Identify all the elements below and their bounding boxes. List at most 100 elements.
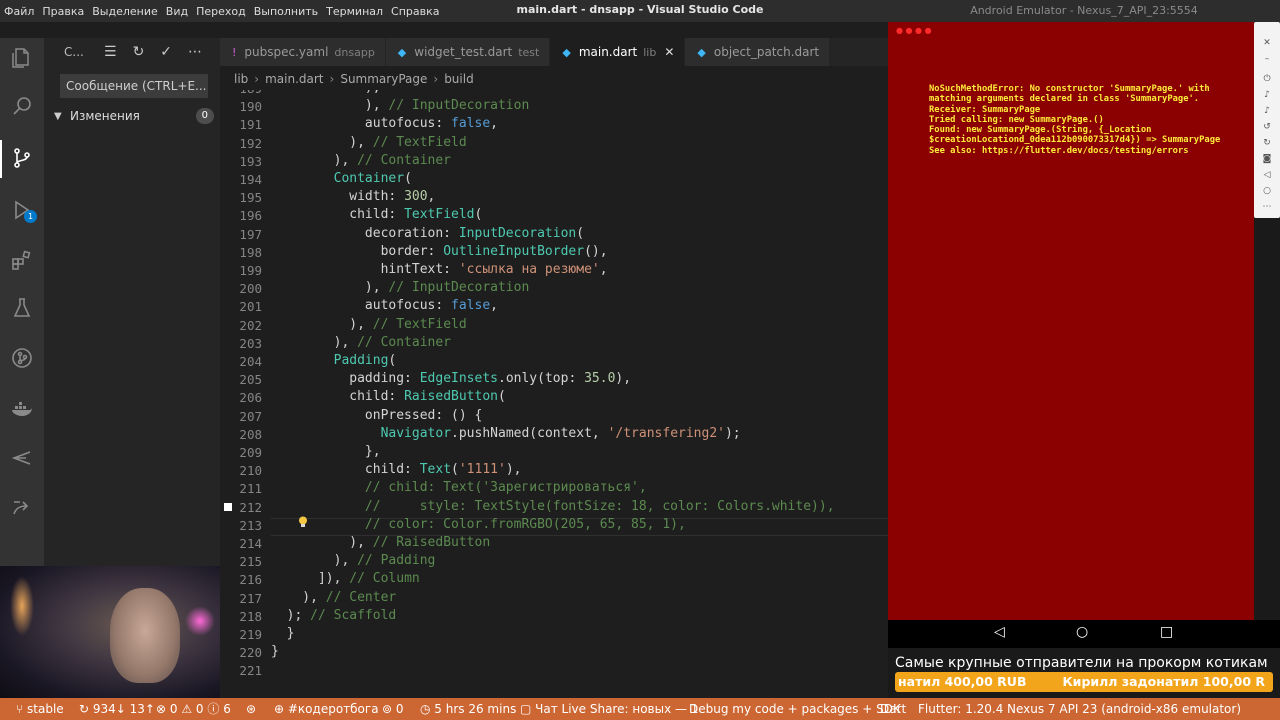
- menu-item-0[interactable]: Файл: [0, 5, 38, 18]
- menu-bar: Файл Правка Выделение Вид Переход Выполнить Те…: [0, 0, 888, 22]
- back-icon[interactable]: ◁: [1262, 170, 1272, 180]
- code-line[interactable]: ), // Container: [271, 335, 451, 350]
- menu-item-6[interactable]: Терминал: [322, 5, 387, 18]
- breadcrumb-item[interactable]: main.dart: [265, 72, 323, 86]
- source-control-icon[interactable]: [10, 146, 34, 170]
- breadcrumb-item[interactable]: SummaryPage: [340, 72, 427, 86]
- menu-item-2[interactable]: Выделение: [88, 5, 162, 18]
- code-line[interactable]: ), // Container: [271, 153, 451, 168]
- broadcast-icon[interactable]: ⊛: [246, 698, 256, 720]
- hashtag-status[interactable]: ⊕ #кодеротбога: [274, 698, 379, 720]
- editor-tab[interactable]: ◆ main.dart lib ✕: [550, 38, 686, 66]
- breadcrumb-item[interactable]: build: [444, 72, 474, 86]
- code-line[interactable]: autofocus: false,: [271, 298, 498, 313]
- code-line[interactable]: ), // Padding: [271, 553, 436, 568]
- code-line[interactable]: ), // RaisedButton: [271, 535, 490, 550]
- code-line[interactable]: Padding(: [271, 353, 397, 368]
- code-line[interactable]: ), // TextField: [271, 135, 466, 150]
- code-line[interactable]: border: OutlineInputBorder(),: [271, 244, 608, 259]
- breakpoint-marker[interactable]: [224, 503, 232, 511]
- code-line[interactable]: onPressed: () {: [271, 408, 482, 423]
- flutter-version-status[interactable]: Flutter: 1.20.4: [918, 698, 1003, 720]
- extensions-icon[interactable]: [10, 248, 34, 272]
- commit-message-input[interactable]: Сообщение (CTRL+E...: [60, 74, 208, 98]
- volume-down-icon[interactable]: ♪: [1262, 106, 1272, 116]
- code-line[interactable]: },: [271, 444, 381, 459]
- time-tracker[interactable]: ◷ 5 hrs 26 mins: [420, 698, 516, 720]
- run-debug-icon[interactable]: 1: [10, 198, 37, 223]
- nav-back-button[interactable]: ◁: [994, 624, 1005, 640]
- code-line[interactable]: }: [271, 626, 295, 641]
- menu-item-5[interactable]: Выполнить: [250, 5, 322, 18]
- language-status[interactable]: Dart: [880, 698, 906, 720]
- changes-group[interactable]: ▼ Изменения 0: [54, 106, 214, 126]
- volume-up-icon[interactable]: ♪: [1262, 90, 1272, 100]
- nav-recents-button[interactable]: □: [1160, 624, 1173, 640]
- debug-mode-status[interactable]: Debug my code + packages + SDK: [689, 698, 901, 720]
- code-line[interactable]: // child: Text('Зарегистрироваться',: [271, 480, 647, 495]
- editor-tab[interactable]: ◆ object_patch.dart: [685, 38, 831, 66]
- testing-icon[interactable]: [10, 296, 34, 320]
- minimize-icon[interactable]: –: [1262, 54, 1272, 64]
- line-number: 199: [239, 263, 262, 278]
- more-icon[interactable]: ⋯: [1262, 202, 1272, 212]
- code-line[interactable]: width: 300,: [271, 189, 435, 204]
- files-icon[interactable]: [10, 46, 34, 70]
- editor-tab[interactable]: ! pubspec.yaml dnsapp: [220, 38, 386, 66]
- screenshot-icon[interactable]: ◙: [1262, 154, 1272, 164]
- code-line[interactable]: // color: Color.fromRGBO(205, 65, 85, 1)…: [271, 517, 686, 532]
- menu-item-3[interactable]: Вид: [162, 5, 192, 18]
- rotate-right-icon[interactable]: ↻: [1262, 138, 1272, 148]
- code-editor[interactable]: 189 ), 190 ), // InputDecoration 191 autof…: [220, 90, 888, 698]
- code-line[interactable]: ]), // Column: [271, 571, 420, 586]
- code-line[interactable]: hintText: 'ссылка на резюме',: [271, 262, 608, 277]
- code-line[interactable]: Container(: [271, 171, 412, 186]
- code-line[interactable]: ),: [271, 90, 381, 95]
- code-line[interactable]: padding: EdgeInsets.only(top: 35.0),: [271, 371, 631, 386]
- code-line[interactable]: decoration: InputDecoration(: [271, 226, 584, 241]
- code-line[interactable]: ), // InputDecoration: [271, 280, 529, 295]
- code-line[interactable]: // style: TextStyle(fontSize: 18, color:…: [271, 499, 835, 514]
- code-line[interactable]: child: TextField(: [271, 207, 482, 222]
- sync-status[interactable]: ↻ 934↓ 13↑: [79, 698, 155, 720]
- code-line[interactable]: ); // Scaffold: [271, 608, 397, 623]
- home-icon[interactable]: ○: [1262, 186, 1272, 196]
- code-line[interactable]: child: RaisedButton(: [271, 389, 506, 404]
- ports-status[interactable]: ⊚ 0: [382, 698, 404, 720]
- power-icon[interactable]: ⏻: [1262, 74, 1272, 84]
- rotate-left-icon[interactable]: ↺: [1262, 122, 1272, 132]
- problems-status[interactable]: ⊗ 0 ⚠ 0 ⓘ 6: [156, 698, 231, 720]
- error-line: matching arguments declared in class 'Su…: [929, 94, 1200, 105]
- error-line: Receiver: SummaryPage: [929, 104, 1041, 115]
- code-line[interactable]: ), // TextField: [271, 317, 466, 332]
- device-status[interactable]: Nexus 7 API 23 (android-x86 emulator): [1007, 698, 1241, 720]
- live-share-chat[interactable]: ▢ Чат Live Share: новых — 1: [520, 698, 698, 720]
- code-line[interactable]: Navigator.pushNamed(context, '/transferi…: [271, 426, 741, 441]
- view-as-tree-icon[interactable]: ☰: [104, 44, 117, 60]
- status-bar: ⑂ stable ↻ 934↓ 13↑ ⊗ 0 ⚠ 0 ⓘ 6 ⊛ ⊕ #код…: [0, 698, 1280, 720]
- menu-item-7[interactable]: Справка: [387, 5, 443, 18]
- menu-item-4[interactable]: Переход: [192, 5, 250, 18]
- breadcrumb-item[interactable]: lib: [234, 72, 248, 86]
- commit-check-icon[interactable]: ✓: [160, 44, 172, 60]
- live-share-icon[interactable]: [10, 446, 34, 470]
- code-line[interactable]: ), // InputDecoration: [271, 98, 529, 113]
- lightbulb-icon[interactable]: [296, 515, 310, 529]
- git-graph-icon[interactable]: [10, 346, 34, 370]
- nav-home-button[interactable]: ○: [1076, 624, 1088, 640]
- refresh-icon[interactable]: ↻: [133, 44, 145, 60]
- docker-icon[interactable]: [10, 396, 34, 420]
- code-line[interactable]: child: Text('1111'),: [271, 462, 522, 477]
- search-icon[interactable]: [10, 94, 34, 118]
- remote-icon[interactable]: [10, 496, 34, 520]
- code-line[interactable]: }: [271, 644, 279, 659]
- code-line[interactable]: autofocus: false,: [271, 116, 498, 131]
- menu-item-1[interactable]: Правка: [38, 5, 88, 18]
- branch-status[interactable]: ⑂ stable: [16, 698, 64, 720]
- close-icon[interactable]: ✕: [664, 45, 674, 59]
- code-line[interactable]: ), // Center: [271, 590, 396, 605]
- close-icon[interactable]: ✕: [1262, 38, 1272, 48]
- editor-tab[interactable]: ◆ widget_test.dart test: [385, 38, 551, 66]
- more-actions-icon[interactable]: ⋯: [188, 44, 202, 60]
- emulator-screen[interactable]: ● ● ● ● NoSuchMethodError: No constructo…: [888, 22, 1254, 620]
